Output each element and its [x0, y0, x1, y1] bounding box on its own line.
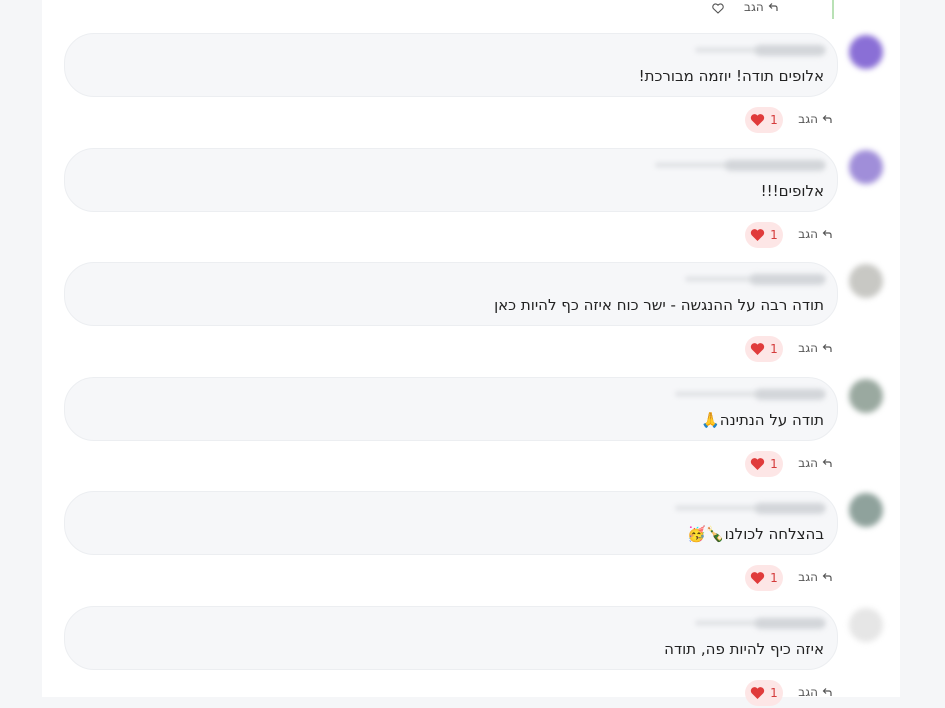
- avatar[interactable]: [849, 264, 883, 298]
- reply-arrow-icon: [822, 688, 832, 696]
- like-count: 1: [770, 686, 778, 700]
- comment-item: בהצלחה לכולנו🍾🥳 1 הגב: [64, 491, 838, 591]
- avatar[interactable]: [849, 150, 883, 184]
- reply-button[interactable]: הגב: [798, 456, 833, 470]
- like-button[interactable]: 1: [745, 107, 783, 133]
- heart-icon: [751, 458, 765, 470]
- comment-bubble: אלופים תודה! יוזמה מבורכת!: [64, 33, 838, 97]
- comment-actions: 1 הגב: [64, 565, 838, 593]
- like-button[interactable]: 1: [745, 451, 783, 477]
- comment-actions: 1 הגב: [64, 680, 838, 708]
- comment-text: אלופים!!!: [760, 182, 824, 200]
- author-name-blurred: [755, 389, 825, 400]
- comment-text: תודה על הנתינה🙏: [701, 411, 824, 429]
- author-name-blurred: [755, 618, 825, 629]
- reply-arrow-icon: [822, 573, 832, 581]
- reply-arrow-icon: [768, 3, 778, 11]
- like-button[interactable]: 1: [745, 565, 783, 591]
- like-button[interactable]: 1: [745, 680, 783, 706]
- reply-arrow-icon: [822, 115, 832, 123]
- comment-actions: 1 הגב: [64, 222, 838, 250]
- reply-label: הגב: [798, 227, 818, 241]
- avatar[interactable]: [849, 379, 883, 413]
- reply-button[interactable]: הגב: [798, 570, 833, 584]
- reply-button[interactable]: הגב: [744, 0, 779, 14]
- avatar[interactable]: [849, 608, 883, 642]
- heart-outline-icon[interactable]: [712, 3, 724, 14]
- like-count: 1: [770, 571, 778, 585]
- reply-label: הגב: [744, 0, 764, 14]
- heart-icon: [751, 114, 765, 126]
- avatar[interactable]: [849, 493, 883, 527]
- like-button[interactable]: 1: [745, 222, 783, 248]
- comment-text: בהצלחה לכולנו🍾🥳: [687, 525, 824, 543]
- like-count: 1: [770, 228, 778, 242]
- like-count: 1: [770, 457, 778, 471]
- comment-bubble: איזה כיף להיות פה, תודה: [64, 606, 838, 670]
- author-name-blurred: [725, 160, 825, 171]
- reply-button[interactable]: הגב: [798, 112, 833, 126]
- heart-icon: [751, 572, 765, 584]
- reply-label: הגב: [798, 570, 818, 584]
- heart-icon: [751, 229, 765, 241]
- comment-item: תודה על הנתינה🙏 1 הגב: [64, 377, 838, 477]
- top-comment-actions: הגב: [700, 0, 820, 16]
- comment-item: אלופים!!! 1 הגב: [64, 148, 838, 248]
- reply-button[interactable]: הגב: [798, 341, 833, 355]
- thread-line: [832, 0, 834, 19]
- author-name-blurred: [755, 503, 825, 514]
- comment-actions: 1 הגב: [64, 107, 838, 135]
- comment-text: איזה כיף להיות פה, תודה: [664, 640, 824, 658]
- heart-icon: [751, 343, 765, 355]
- comment-bubble: תודה רבה על ההנגשה - ישר כוח איזה כף להי…: [64, 262, 838, 326]
- comment-bubble: תודה על הנתינה🙏: [64, 377, 838, 441]
- reply-button[interactable]: הגב: [798, 227, 833, 241]
- comment-bubble: בהצלחה לכולנו🍾🥳: [64, 491, 838, 555]
- comment-actions: 1 הגב: [64, 336, 838, 364]
- author-name-blurred: [755, 45, 825, 56]
- heart-icon: [751, 687, 765, 699]
- comment-item: אלופים תודה! יוזמה מבורכת! 1 הגב: [64, 33, 838, 133]
- reply-arrow-icon: [822, 230, 832, 238]
- reply-label: הגב: [798, 341, 818, 355]
- like-button[interactable]: 1: [745, 336, 783, 362]
- like-count: 1: [770, 342, 778, 356]
- comment-item: תודה רבה על ההנגשה - ישר כוח איזה כף להי…: [64, 262, 838, 362]
- reply-label: הגב: [798, 456, 818, 470]
- author-name-blurred: [750, 274, 825, 285]
- comment-actions: 1 הגב: [64, 451, 838, 479]
- avatar[interactable]: [849, 35, 883, 69]
- comment-text: תודה רבה על ההנגשה - ישר כוח איזה כף להי…: [494, 296, 824, 314]
- reply-arrow-icon: [822, 459, 832, 467]
- reply-arrow-icon: [822, 344, 832, 352]
- comment-text: אלופים תודה! יוזמה מבורכת!: [638, 67, 824, 85]
- comment-item: איזה כיף להיות פה, תודה 1 הגב: [64, 606, 838, 706]
- like-count: 1: [770, 113, 778, 127]
- reply-label: הגב: [798, 112, 818, 126]
- comment-bubble: אלופים!!!: [64, 148, 838, 212]
